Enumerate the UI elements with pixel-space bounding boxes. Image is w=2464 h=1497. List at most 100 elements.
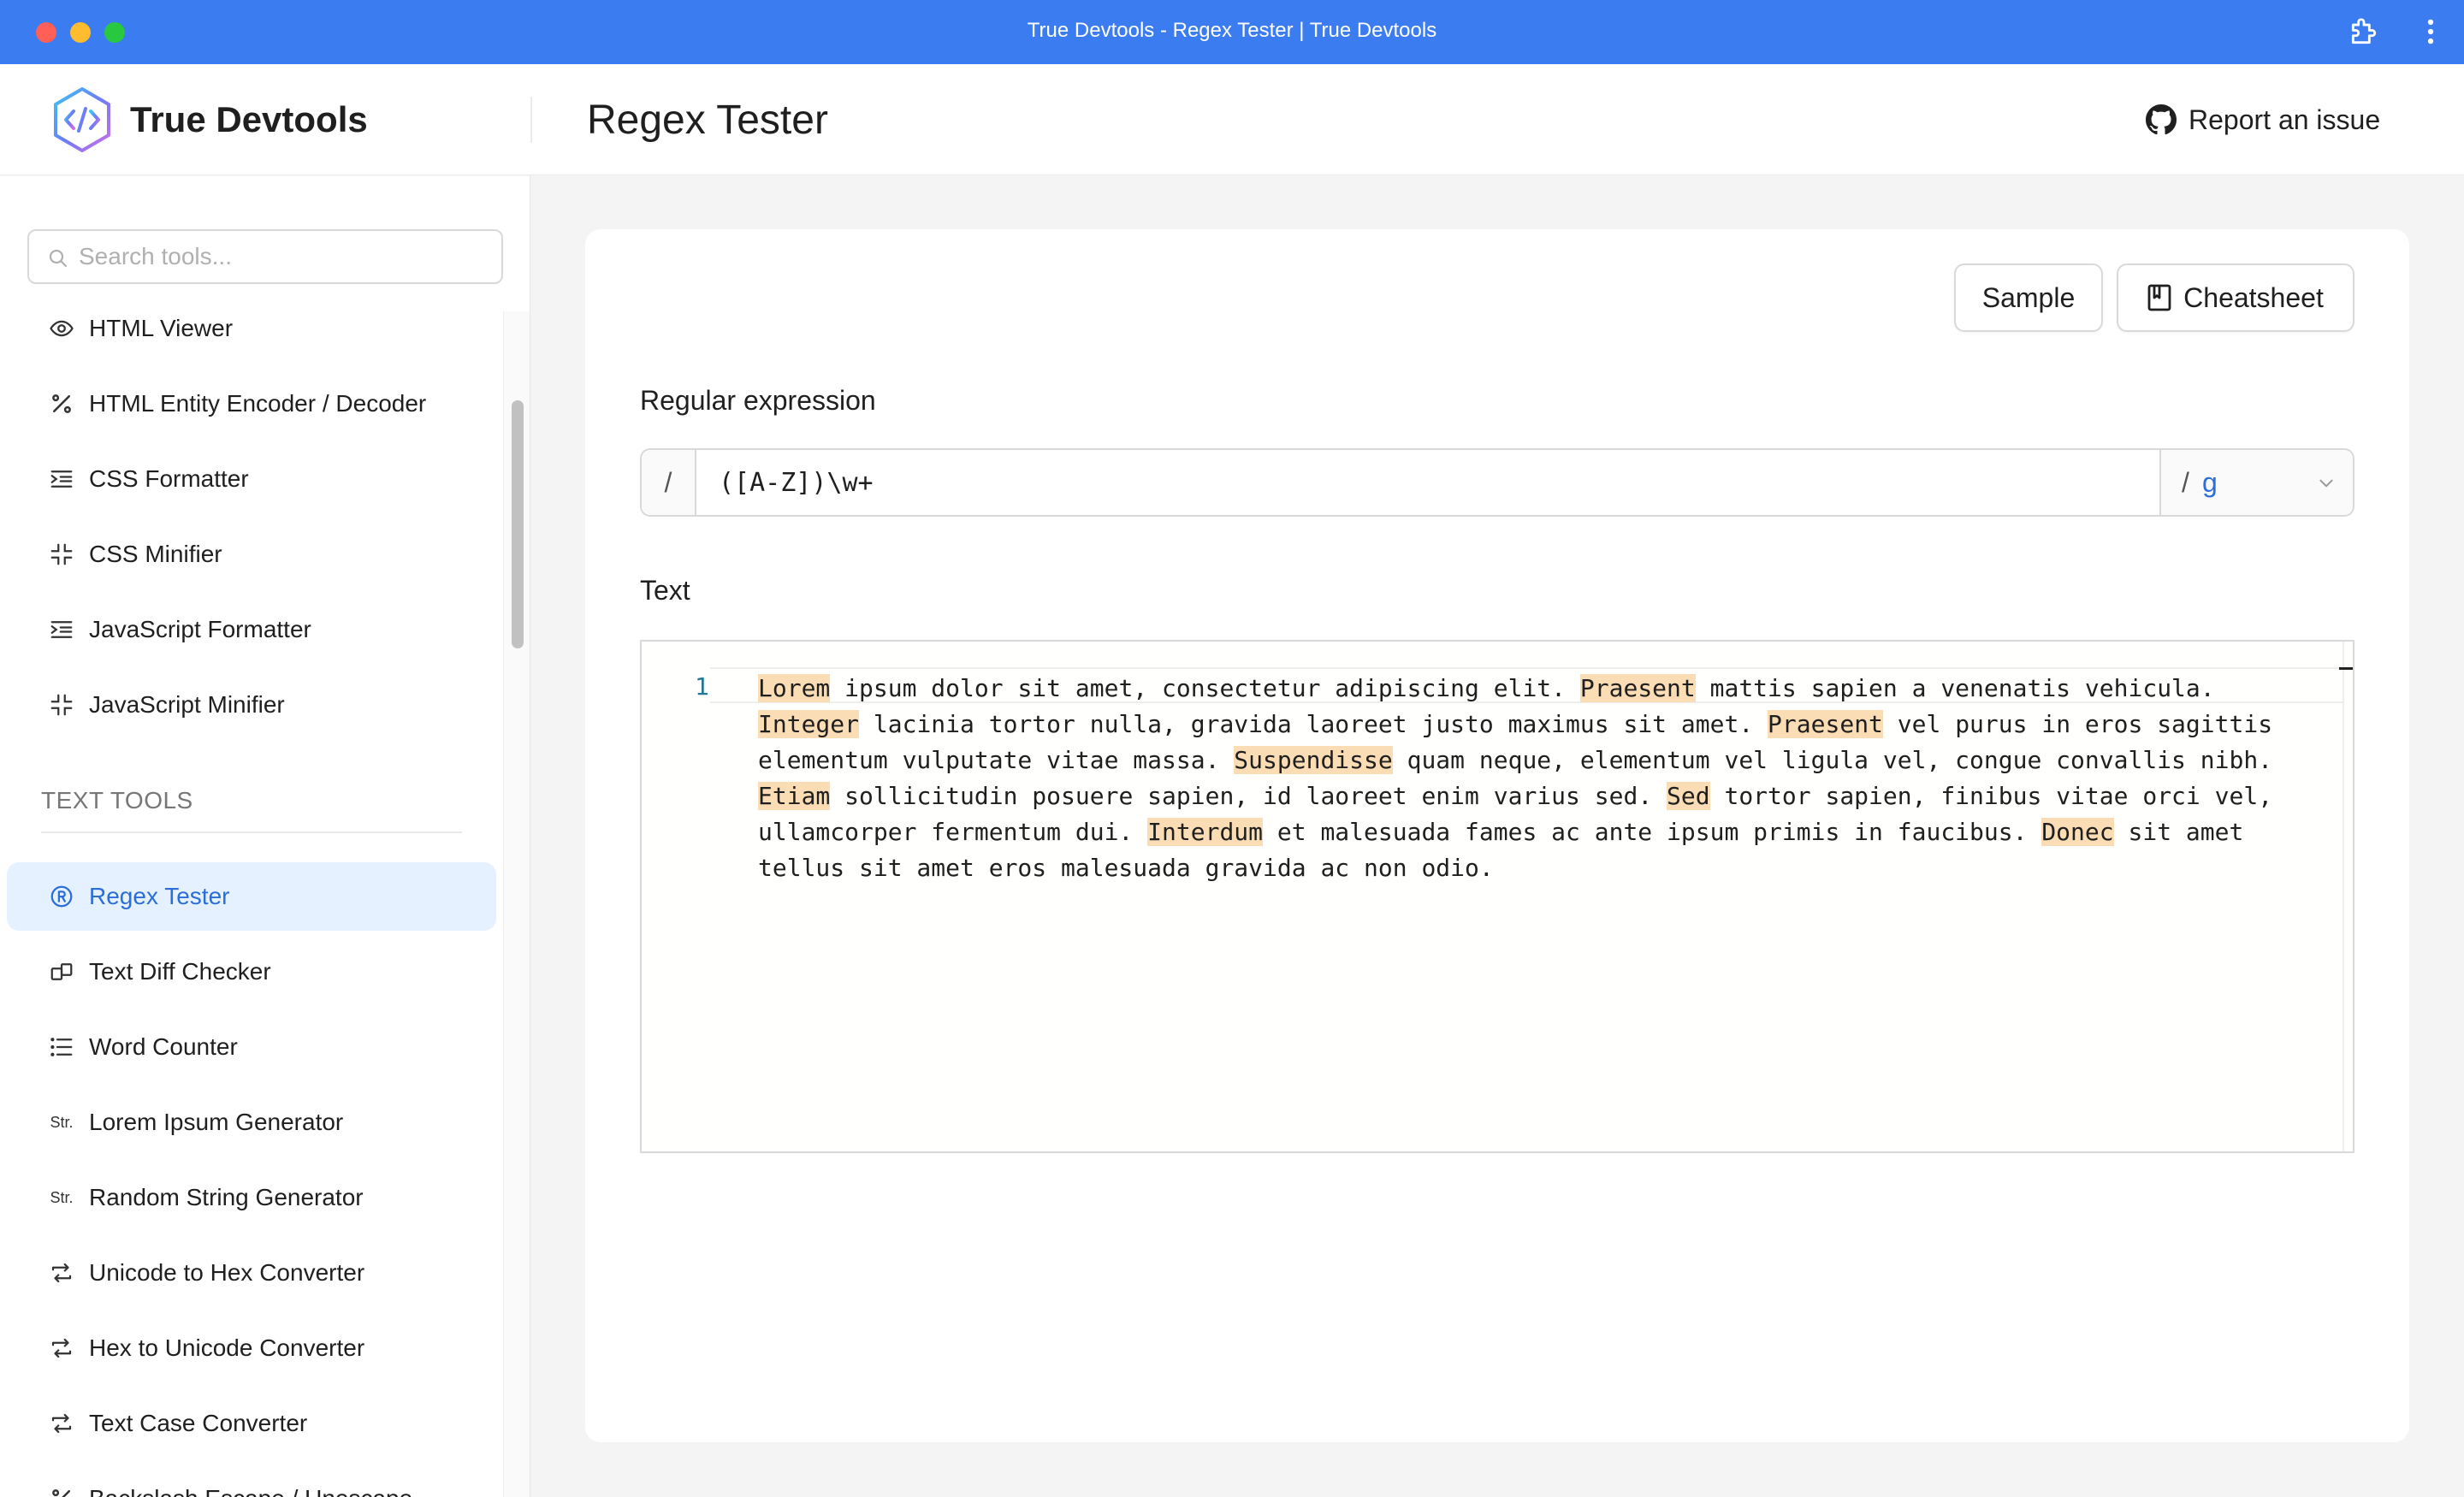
sidebar-item-label: HTML Viewer (89, 315, 234, 341)
editor-text: elementum vulputate vitae massa. (758, 746, 1235, 774)
regex-input-group: / / g (640, 448, 2354, 517)
registered-icon (48, 883, 75, 910)
regex-match-highlight: Praesent (1579, 674, 1696, 702)
page-title: Regex Tester (587, 98, 828, 143)
editor-text: sollicitudin posuere sapien, id laoreet … (830, 782, 1667, 810)
sidebar-item-backslash-escape[interactable]: Backslash Escape / Unescape (7, 1464, 496, 1497)
swap-icon (48, 1334, 75, 1362)
editor-text: ipsum dolor sit amet, consectetur adipis… (830, 674, 1580, 702)
sidebar-item-label: HTML Entity Encoder / Decoder (89, 390, 427, 417)
sidebar-item-label: Text Diff Checker (89, 958, 271, 985)
regex-match-highlight: Lorem (758, 674, 831, 702)
indent-icon (48, 616, 75, 643)
editor-content[interactable]: Lorem ipsum dolor sit amet, consectetur … (758, 671, 2332, 886)
flags-prefix-slash: / (2182, 467, 2189, 498)
regex-match-highlight: Etiam (758, 782, 831, 810)
regex-prefix-slash: / (642, 450, 696, 515)
app-header: True Devtools Regex Tester Report an iss… (0, 64, 2464, 175)
regex-match-highlight: Integer (758, 710, 860, 738)
search-icon (49, 249, 68, 268)
swap-icon (48, 1259, 75, 1287)
sidebar-item-unicode-to-hex[interactable]: Unicode to Hex Converter (7, 1239, 496, 1307)
editor-text: lacinia tortor nulla, gravida laoreet ju… (859, 710, 1768, 738)
more-vertical-icon[interactable] (2418, 15, 2443, 48)
sidebar-item-label: Unicode to Hex Converter (89, 1259, 365, 1286)
sidebar-item-text-case-converter[interactable]: Text Case Converter (7, 1389, 496, 1458)
sidebar-item-javascript-minifier[interactable]: JavaScript Minifier (7, 671, 496, 739)
line-number: 1 (695, 672, 709, 701)
brand-name[interactable]: True Devtools (130, 99, 368, 140)
list-icon (48, 1033, 75, 1061)
percent-icon (48, 1485, 75, 1497)
search-input[interactable] (79, 240, 489, 274)
sidebar-item-label: Backslash Escape / Unescape (89, 1485, 412, 1497)
editor-text: ullamcorper fermentum dui. (758, 818, 1148, 846)
sidebar-item-javascript-formatter[interactable]: JavaScript Formatter (7, 595, 496, 664)
regex-match-highlight: Praesent (1768, 710, 1883, 738)
sidebar-item-label: Text Case Converter (89, 1410, 308, 1436)
report-issue-link[interactable]: Report an issue (2146, 100, 2380, 139)
sidebar-item-word-counter[interactable]: Word Counter (7, 1013, 496, 1081)
regex-label: Regular expression (640, 385, 876, 416)
editor-text: mattis sapien a venenatis vehicula. (1695, 674, 2215, 702)
regex-match-highlight: Sed (1667, 782, 1710, 810)
regex-tester-card: Sample Cheatsheet Regular expression / /… (585, 229, 2409, 1442)
text-editor[interactable]: 1 Lorem ipsum dolor sit amet, consectetu… (640, 640, 2354, 1153)
sidebar-item-css-minifier[interactable]: CSS Minifier (7, 520, 496, 589)
editor-line: Lorem ipsum dolor sit amet, consectetur … (758, 671, 2332, 707)
sidebar-item-label: CSS Formatter (89, 465, 249, 492)
swap-icon (48, 1410, 75, 1437)
section-title-text-tools: TEXT TOOLS (41, 787, 193, 814)
sidebar-item-label: Word Counter (89, 1033, 238, 1060)
flags-value: g (2202, 467, 2218, 498)
minimize-icon (48, 541, 75, 568)
editor-line: elementum vulputate vitae massa. Suspend… (758, 743, 2332, 778)
section-divider (41, 831, 462, 833)
search-box[interactable] (27, 229, 503, 284)
sidebar-item-label: CSS Minifier (89, 541, 222, 567)
minimize-icon (48, 691, 75, 719)
editor-text: sit amet (2113, 818, 2244, 846)
regex-match-highlight: Interdum (1147, 818, 1264, 846)
str-icon: Str. (50, 1188, 74, 1206)
regex-match-highlight: Suspendisse (1234, 746, 1393, 774)
sidebar-item-text-diff-checker[interactable]: Text Diff Checker (7, 938, 496, 1006)
window-title: True Devtools - Regex Tester | True Devt… (1027, 19, 1437, 42)
sample-button[interactable]: Sample (1954, 263, 2103, 332)
sidebar-item-lorem-ipsum-generator[interactable]: Str. Lorem Ipsum Generator (7, 1088, 496, 1157)
regex-match-highlight: Donec (2041, 818, 2114, 846)
chevron-down-icon (2319, 479, 2333, 488)
sidebar-item-label: Lorem Ipsum Generator (89, 1109, 344, 1135)
regex-flags-select[interactable]: / g (2159, 450, 2353, 515)
cheatsheet-button[interactable]: Cheatsheet (2117, 263, 2354, 332)
editor-text: quam neque, elementum vel ligula vel, co… (1392, 746, 2273, 774)
true-devtools-logo-icon[interactable] (48, 86, 116, 154)
sidebar-item-html-entity-encoder[interactable]: HTML Entity Encoder / Decoder (7, 370, 496, 438)
sidebar-item-label: Regex Tester (89, 883, 230, 909)
percent-icon (48, 390, 75, 417)
extension-icon[interactable] (2348, 15, 2380, 48)
sidebar-item-label: JavaScript Minifier (89, 691, 285, 718)
editor-line: Etiam sollicitudin posuere sapien, id la… (758, 778, 2332, 814)
book-icon (2147, 284, 2171, 311)
editor-line: tellus sit amet eros malesuada gravida a… (758, 850, 2332, 886)
editor-line: Integer lacinia tortor nulla, gravida la… (758, 707, 2332, 743)
header-divider (530, 97, 532, 143)
sidebar-item-label: Hex to Unicode Converter (89, 1334, 365, 1361)
sidebar: HTML Viewer HTML Entity Encoder / Decode… (0, 176, 530, 1497)
sidebar-item-css-formatter[interactable]: CSS Formatter (7, 445, 496, 513)
str-icon: Str. (50, 1113, 74, 1131)
cheatsheet-label: Cheatsheet (2183, 281, 2324, 313)
sidebar-scrollbar-thumb[interactable] (512, 400, 524, 648)
sidebar-item-regex-tester[interactable]: Regex Tester (7, 862, 496, 931)
editor-overview-cursor (2339, 667, 2353, 670)
sidebar-item-random-string-generator[interactable]: Str. Random String Generator (7, 1163, 496, 1232)
sidebar-item-hex-to-unicode[interactable]: Hex to Unicode Converter (7, 1314, 496, 1382)
regex-input[interactable] (719, 464, 2130, 501)
sidebar-item-html-viewer[interactable]: HTML Viewer (7, 294, 496, 363)
editor-text: tellus sit amet eros malesuada gravida a… (758, 854, 1494, 882)
eye-icon (48, 315, 75, 342)
editor-text: tortor sapien, finibus vitae orci vel, (1709, 782, 2273, 810)
text-label: Text (640, 575, 690, 606)
editor-scrollbar[interactable] (2343, 642, 2353, 1151)
